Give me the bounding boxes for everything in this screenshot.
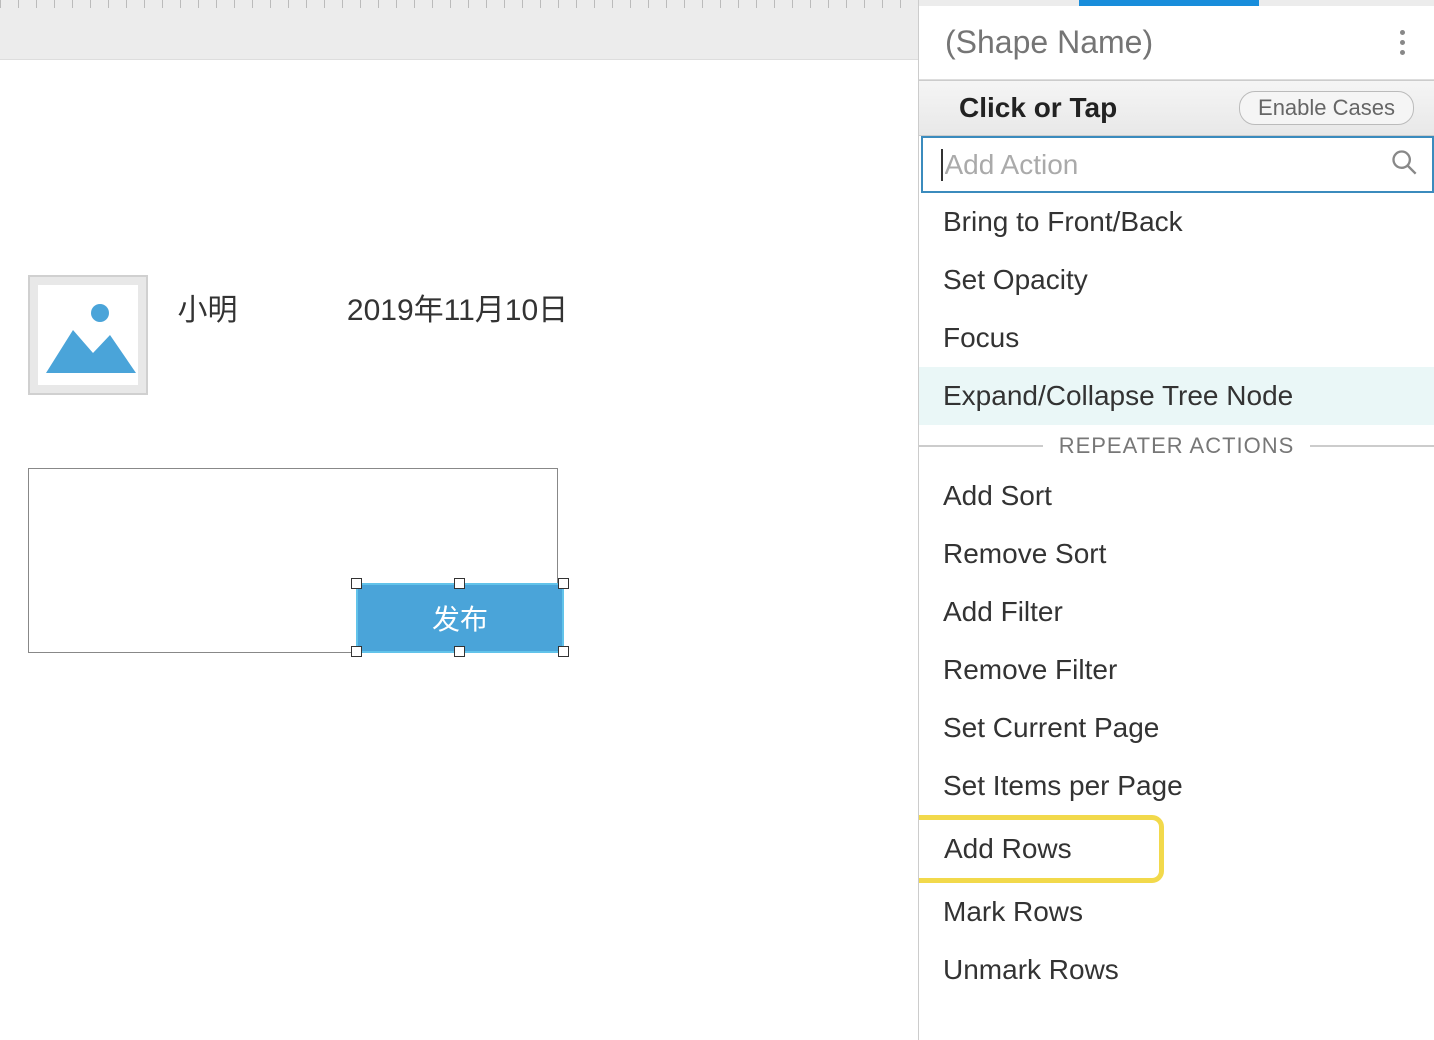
date-label[interactable]: 2019年11月10日 <box>347 285 568 329</box>
action-focus[interactable]: Focus <box>919 309 1434 367</box>
username-label[interactable]: 小明 <box>177 285 237 329</box>
action-search-row <box>921 136 1434 193</box>
action-unmark-rows[interactable]: Unmark Rows <box>919 941 1434 999</box>
selection-handle-sw[interactable] <box>351 646 362 657</box>
action-remove-filter[interactable]: Remove Filter <box>919 641 1434 699</box>
active-tab-indicator[interactable] <box>1079 0 1259 6</box>
section-label: REPEATER ACTIONS <box>1043 433 1311 459</box>
search-icon[interactable] <box>1390 148 1418 181</box>
event-header: Click or Tap Enable Cases <box>919 80 1434 136</box>
action-expand-collapse-tree-node[interactable]: Expand/Collapse Tree Node <box>919 367 1434 425</box>
interactions-panel: Click or Tap Enable Cases Bring to Front… <box>918 0 1434 1040</box>
action-set-opacity[interactable]: Set Opacity <box>919 251 1434 309</box>
more-options-icon[interactable] <box>1390 30 1414 55</box>
publish-button-label: 发布 <box>432 598 488 638</box>
action-set-current-page[interactable]: Set Current Page <box>919 699 1434 757</box>
action-remove-sort[interactable]: Remove Sort <box>919 525 1434 583</box>
text-cursor <box>941 149 943 181</box>
action-set-items-per-page[interactable]: Set Items per Page <box>919 757 1434 815</box>
action-bring-to-front-back[interactable]: Bring to Front/Back <box>919 193 1434 251</box>
selection-handle-se[interactable] <box>558 646 569 657</box>
selection-handle-nw[interactable] <box>351 578 362 589</box>
action-mark-rows[interactable]: Mark Rows <box>919 883 1434 941</box>
panel-tabs <box>919 0 1434 6</box>
action-search-input[interactable] <box>945 149 1391 181</box>
action-add-sort[interactable]: Add Sort <box>919 467 1434 525</box>
selection-handle-s[interactable] <box>454 646 465 657</box>
shape-name-input[interactable] <box>945 24 1390 61</box>
selection-handle-n[interactable] <box>454 578 465 589</box>
avatar-placeholder[interactable] <box>28 275 148 395</box>
shape-name-row <box>919 6 1434 80</box>
event-title: Click or Tap <box>959 92 1117 124</box>
action-add-rows[interactable]: Add Rows <box>919 815 1164 883</box>
action-add-filter[interactable]: Add Filter <box>919 583 1434 641</box>
image-icon <box>38 285 138 385</box>
enable-cases-button[interactable]: Enable Cases <box>1239 91 1414 125</box>
canvas-area[interactable]: 小明 2019年11月10日 发布 <box>0 60 918 1040</box>
divider-line <box>919 445 1043 447</box>
section-divider-repeater: REPEATER ACTIONS <box>919 425 1434 467</box>
widget-card: 小明 2019年11月10日 <box>28 275 568 395</box>
action-list: Bring to Front/Back Set Opacity Focus Ex… <box>919 193 1434 999</box>
publish-button[interactable]: 发布 <box>356 583 564 653</box>
divider-line <box>1310 445 1434 447</box>
selection-handle-ne[interactable] <box>558 578 569 589</box>
